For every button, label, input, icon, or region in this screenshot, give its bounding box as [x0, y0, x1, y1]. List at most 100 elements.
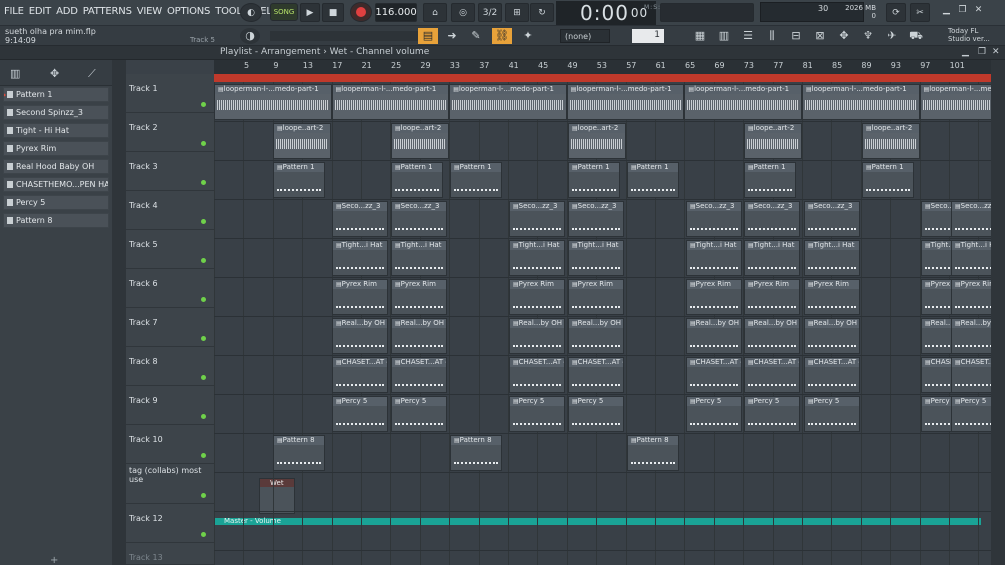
playlist-clip[interactable]: loope..art-2: [568, 123, 626, 159]
playlist-clip[interactable]: CHASET...AT 4: [804, 357, 860, 393]
playlist-clip[interactable]: CHASET...AT 4: [744, 357, 800, 393]
play-button[interactable]: ▶: [300, 3, 320, 22]
piano-roll-icon[interactable]: ▥: [714, 28, 734, 44]
playlist-clip[interactable]: Percy 5: [509, 396, 565, 432]
playlist-clip[interactable]: Seco...zz_3: [744, 201, 800, 237]
pattern-item[interactable]: Percy 5: [3, 195, 109, 210]
menu-file[interactable]: FILE: [4, 6, 24, 17]
pattern-item[interactable]: Pattern 1: [3, 87, 109, 102]
playlist-clip[interactable]: CHASET...AT 4: [951, 357, 991, 393]
playlist-clip[interactable]: Pattern 1: [450, 162, 502, 198]
track-led[interactable]: [201, 102, 206, 107]
playlist-clip[interactable]: Pattern 1: [627, 162, 679, 198]
pattern-item[interactable]: Pattern 8: [3, 213, 109, 228]
cart-icon[interactable]: ⛟: [906, 28, 926, 44]
playlist-clip[interactable]: Tight...i Hat: [951, 240, 991, 276]
automation-clip[interactable]: Master - Volume: [214, 518, 981, 525]
playlist-clip[interactable]: Pattern 8: [627, 435, 679, 471]
pattern-item[interactable]: Real Hood Baby OH: [3, 159, 109, 174]
playlist-clip[interactable]: looperman-l-...medo-part-1: [802, 84, 920, 120]
browser-icon[interactable]: ⊟: [786, 28, 806, 44]
playlist-clip[interactable]: Pattern 1: [862, 162, 914, 198]
pattern-item[interactable]: Tight - Hi Hat: [3, 123, 109, 138]
playlist-clip[interactable]: Pyrex Rim: [804, 279, 860, 315]
playlist-clip[interactable]: Percy 5: [391, 396, 447, 432]
news-panel[interactable]: Today FL Studio ver...: [948, 27, 990, 43]
pitch-knob[interactable]: ◑: [240, 28, 260, 44]
playlist-clip[interactable]: CHASET...AT 4: [509, 357, 565, 393]
playlist-clip[interactable]: Percy 5: [568, 396, 624, 432]
track-led[interactable]: [201, 219, 206, 224]
playlist-clip[interactable]: Pyrex Rim: [686, 279, 742, 315]
playlist-clip[interactable]: Seco...zz_3: [509, 201, 565, 237]
step-edit-icon[interactable]: ⊞: [505, 3, 529, 22]
song-mode-button[interactable]: SONG: [270, 3, 298, 21]
pattern-icon[interactable]: ✥: [50, 67, 59, 80]
playlist-icon[interactable]: ▦: [690, 28, 710, 44]
restore-icon[interactable]: ❐: [955, 5, 970, 19]
playlist-clip[interactable]: loope..art-2: [862, 123, 920, 159]
playlist-clip[interactable]: Seco...zz_3: [332, 201, 388, 237]
menu-edit[interactable]: EDIT: [29, 6, 51, 17]
snap-icon[interactable]: ▤: [418, 28, 438, 44]
playlist-clip[interactable]: Percy 5: [804, 396, 860, 432]
loop-record-icon[interactable]: ↻: [530, 3, 554, 22]
playlist-clip[interactable]: Tight...i Hat: [391, 240, 447, 276]
playlist-clip[interactable]: Percy 5: [951, 396, 991, 432]
track-header[interactable]: tag (collabs) most use: [126, 464, 214, 504]
mixer-icon[interactable]: ⫼: [762, 28, 782, 44]
playlist-clip[interactable]: Real...by OH: [332, 318, 388, 354]
playlist-clip[interactable]: Tight...i Hat: [686, 240, 742, 276]
playlist-clip[interactable]: Pattern 1: [568, 162, 620, 198]
playlist-clip[interactable]: Real...by OH: [568, 318, 624, 354]
playlist-clip[interactable]: Seco...zz_3: [391, 201, 447, 237]
playlist-clip[interactable]: Real...by OH: [686, 318, 742, 354]
track-header[interactable]: Track 7: [126, 308, 214, 347]
playlist-clip[interactable]: Seco...zz_3: [568, 201, 624, 237]
picker-scrollbar[interactable]: [112, 60, 126, 565]
track-led[interactable]: [201, 493, 206, 498]
playlist-clip[interactable]: Tight...i Hat: [332, 240, 388, 276]
track-led[interactable]: [201, 180, 206, 185]
playlist-clip[interactable]: Percy 5: [744, 396, 800, 432]
menu-options[interactable]: OPTIONS: [167, 6, 210, 17]
playlist-clip[interactable]: Tight...i Hat: [804, 240, 860, 276]
timeline-ruler[interactable]: 5 9 13 17 21 25 29 33 37 41 45 49 53 57 61 65 69 73 77 81 85…: [214, 60, 991, 74]
plugin-icon[interactable]: ⊠: [810, 28, 830, 44]
close-icon[interactable]: ✕: [971, 5, 986, 19]
playlist-clip[interactable]: Pattern 8: [273, 435, 325, 471]
playlist-clip[interactable]: Real...by OH: [509, 318, 565, 354]
playlist-clip[interactable]: Real...by OH: [951, 318, 991, 354]
playlist-clip[interactable]: Tight...i Hat: [744, 240, 800, 276]
record-button[interactable]: [350, 2, 372, 22]
track-header[interactable]: Track 5: [126, 230, 214, 269]
playlist-clip[interactable]: CHASET...AT 4: [332, 357, 388, 393]
menu-view[interactable]: VIEW: [137, 6, 162, 17]
track-led[interactable]: [201, 141, 206, 146]
playlist-clip[interactable]: Pyrex Rim: [568, 279, 624, 315]
playlist-clip[interactable]: Pattern 1: [744, 162, 796, 198]
playlist-clip[interactable]: Pyrex Rim: [391, 279, 447, 315]
playlist-clip[interactable]: looperman-l-...medo-part-1: [566, 84, 685, 120]
stamp-icon[interactable]: ✦: [518, 28, 538, 44]
tempo-display[interactable]: 116.000: [375, 3, 417, 22]
playlist-clip[interactable]: CHASET...AT 4: [568, 357, 624, 393]
pattern-item[interactable]: Second Spinzz_3: [3, 105, 109, 120]
playlist-clip[interactable]: loope..art-2: [744, 123, 802, 159]
track-header[interactable]: Track 1: [126, 74, 214, 113]
link-icon[interactable]: ⛓: [492, 28, 512, 44]
track-header[interactable]: Track 13: [126, 543, 214, 565]
playlist-clip[interactable]: Seco...zz_3: [686, 201, 742, 237]
pattern-selector[interactable]: (none): [560, 29, 610, 43]
wet-automation-clip[interactable]: Wet: [259, 478, 295, 514]
gear-icon[interactable]: ✥: [834, 28, 854, 44]
automation-icon[interactable]: ⟋: [88, 67, 96, 81]
playlist-clip[interactable]: loope..art-2: [391, 123, 449, 159]
playlist-scrollbar[interactable]: [991, 60, 1005, 565]
metronome-icon[interactable]: ⌂: [423, 3, 447, 22]
countdown-icon[interactable]: 3/2: [478, 3, 502, 22]
playlist-clip[interactable]: Real...by OH: [391, 318, 447, 354]
track-header[interactable]: Track 2: [126, 113, 214, 152]
track-header[interactable]: Track 3: [126, 152, 214, 191]
cut-icon[interactable]: ✂: [910, 3, 930, 22]
